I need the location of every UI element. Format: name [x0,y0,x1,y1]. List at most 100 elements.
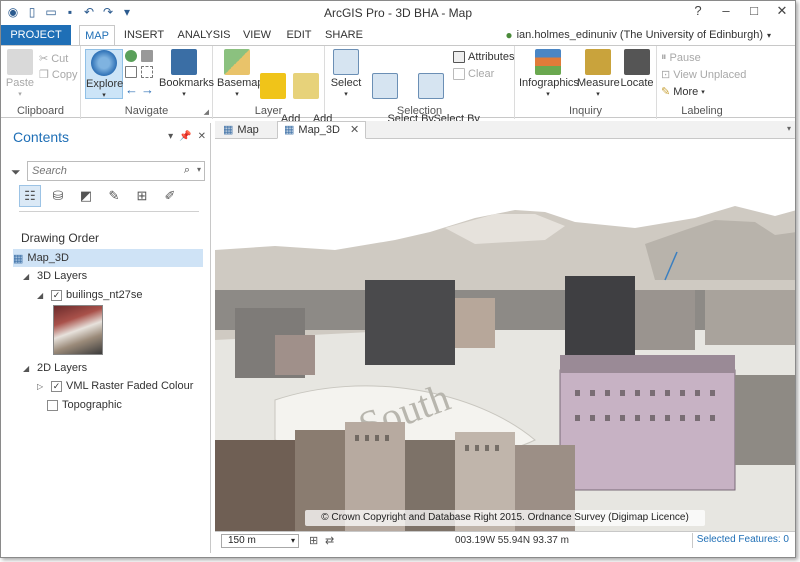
explore-button[interactable]: Explore ▾ [85,49,123,99]
tab-view[interactable]: VIEW [239,25,275,45]
data-source-icon[interactable]: ⛁ [47,185,69,207]
user-account[interactable]: ● ian.holmes_edinuniv (The University of… [505,28,771,42]
expand-arrow-icon[interactable]: ◢ [23,364,33,373]
infographics-button[interactable]: Infographics ▾ [519,49,579,101]
tab-map3d-view[interactable]: ▦ Map_3D ✕ [277,121,367,139]
chevron-down-icon: ▾ [290,536,295,545]
expand-arrow-icon[interactable]: ◢ [37,291,47,300]
tree-layer-vml[interactable]: ▷ ✓ VML Raster Faded Colour [37,377,193,395]
full-extent-icon[interactable] [125,50,137,62]
tab-share[interactable]: SHARE [323,25,365,45]
cut-button[interactable]: ✂ Cut [39,52,69,66]
group-layer: Basemap ▾ Add Data Add Preset Layer [213,46,332,137]
arcgis-window: ◉ ▯ ▭ ▪ ↶ ↷ ▾ ArcGIS Pro - 3D BHA - Map … [0,0,796,558]
tab-analysis[interactable]: ANALYSIS [173,25,235,45]
selection-view-icon[interactable]: ◩ [75,185,97,207]
dialog-launcher-icon[interactable]: ◢ [204,108,209,116]
search-box[interactable]: ⌕ ▾ [27,161,205,181]
editing-view-icon[interactable]: ✎ [103,185,125,207]
select-by-attributes-icon [372,73,398,99]
clear-button[interactable]: Clear [453,68,494,80]
maximize-icon[interactable]: □ [745,3,763,19]
pause-label: Pause [669,51,701,64]
tab-edit[interactable]: EDIT [281,25,317,45]
divider [19,211,199,212]
cut-label: Cut [51,52,69,65]
zoom-to-layer-icon[interactable] [125,66,137,78]
search-icon[interactable]: ⌕ [184,164,190,177]
tab-insert[interactable]: INSERT [121,25,167,45]
layer-visibility-checkbox[interactable] [47,399,58,411]
scale-selector[interactable]: 150 m ▾ [221,534,299,548]
tab-map-view[interactable]: ▦ Map [217,121,265,139]
more-button[interactable]: ✎ More ▾ [661,85,705,99]
labeling-view-icon[interactable]: ✐ [159,185,181,207]
more-label: More [673,85,699,98]
window-title: ArcGIS Pro - 3D BHA - Map [323,6,473,20]
select-label: Select [330,77,362,89]
next-extent-icon[interactable]: → [141,82,154,97]
snapping-view-icon[interactable]: ⊞ [131,185,153,207]
tree-2d-layers[interactable]: ◢ 2D Layers [23,359,87,377]
basemap-button[interactable]: Basemap ▾ [217,49,263,101]
previous-extent-icon[interactable]: ← [125,82,138,97]
layer-buildings-label: builings_nt27se [66,289,143,301]
map3d-tab-label: Map_3D [298,124,340,136]
navigate-group-label: Navigate [124,105,169,117]
copy-label: Copy [51,68,78,81]
layer-visibility-checkbox[interactable]: ✓ [51,380,62,392]
expand-arrow-icon[interactable]: ◢ [23,272,33,281]
inquiry-group-label: Inquiry [568,105,603,117]
tree-layer-buildings[interactable]: ◢ ✓ builings_nt27se [37,286,142,304]
copy-icon: ❐ [39,69,49,81]
pane-close-icon[interactable]: ✕ [198,131,206,142]
map-3d-view[interactable]: South Side [215,140,795,531]
scissors-icon: ✂ [39,53,49,65]
binoculars-icon [624,49,650,75]
contents-pane: Contents ▾ 📌 ✕ ⏷ ⌕ ▾ ☷ ⛁ ◩ ✎ ⊞ ✐ Drawing… [7,123,211,553]
close-icon[interactable]: ✕ [773,3,791,19]
locate-button[interactable]: Locate [619,49,655,89]
copyright-notice: © Crown Copyright and Database Right 201… [305,510,705,526]
chevron-down-icon: ▾ [596,91,600,98]
tree-3d-layers[interactable]: ◢ 3D Layers [23,267,87,285]
chevron-down-icon[interactable]: ▾ [197,165,201,174]
tree-map[interactable]: ▦ Map_3D [13,249,203,267]
help-icon[interactable]: ? [689,3,707,19]
pin-icon[interactable]: 📌 [179,131,191,142]
label-more-icon: ✎ [661,86,671,98]
paste-button[interactable]: Paste ▾ [5,49,35,101]
drawing-order-heading: Drawing Order [21,231,100,245]
locate-label: Locate [620,77,654,89]
fixed-zoom-in-icon[interactable] [141,50,153,62]
contents-view-buttons: ☷ ⛁ ◩ ✎ ⊞ ✐ [19,185,181,207]
layer-thumbnail [53,305,103,355]
grid-icon[interactable]: ⊞ [309,534,318,547]
explore-icon [91,50,117,76]
copy-button[interactable]: ❐ Copy [39,68,78,82]
pane-menu-icon[interactable]: ▾ [168,131,173,142]
select-button[interactable]: Select ▾ [329,49,363,101]
group-navigate: Explore ▾ ← → Bookmarks ▾ Navigate ◢ [81,46,214,119]
tree-layer-topographic[interactable]: Topographic [47,396,122,414]
search-input[interactable] [32,162,172,180]
measure-button[interactable]: Measure ▾ [577,49,620,101]
tab-project[interactable]: PROJECT [1,25,71,45]
attributes-button[interactable]: Attributes [453,51,514,63]
view-unplaced-button[interactable]: ⊡ View Unplaced [661,68,746,82]
scene-canvas: South Side [215,140,795,531]
collapsed-arrow-icon[interactable]: ▷ [37,382,47,391]
selected-features-count[interactable]: Selected Features: 0 [691,533,793,548]
navigation-mode-icon[interactable]: ⇄ [325,534,334,547]
fixed-zoom-out-icon[interactable] [141,66,153,78]
layer-visibility-checkbox[interactable]: ✓ [51,289,62,301]
drawing-order-icon[interactable]: ☷ [19,185,41,207]
clipboard-group-label: Clipboard [16,105,65,117]
close-icon[interactable]: ✕ [350,121,359,139]
minimize-icon[interactable]: – [717,3,735,19]
pause-button[interactable]: ⏸ Pause [661,51,701,64]
tab-list-icon[interactable]: ▾ [787,124,791,133]
tab-map[interactable]: MAP [79,25,115,46]
filter-icon[interactable]: ⏷ [11,165,21,180]
bookmarks-button[interactable]: Bookmarks ▾ [159,49,214,101]
